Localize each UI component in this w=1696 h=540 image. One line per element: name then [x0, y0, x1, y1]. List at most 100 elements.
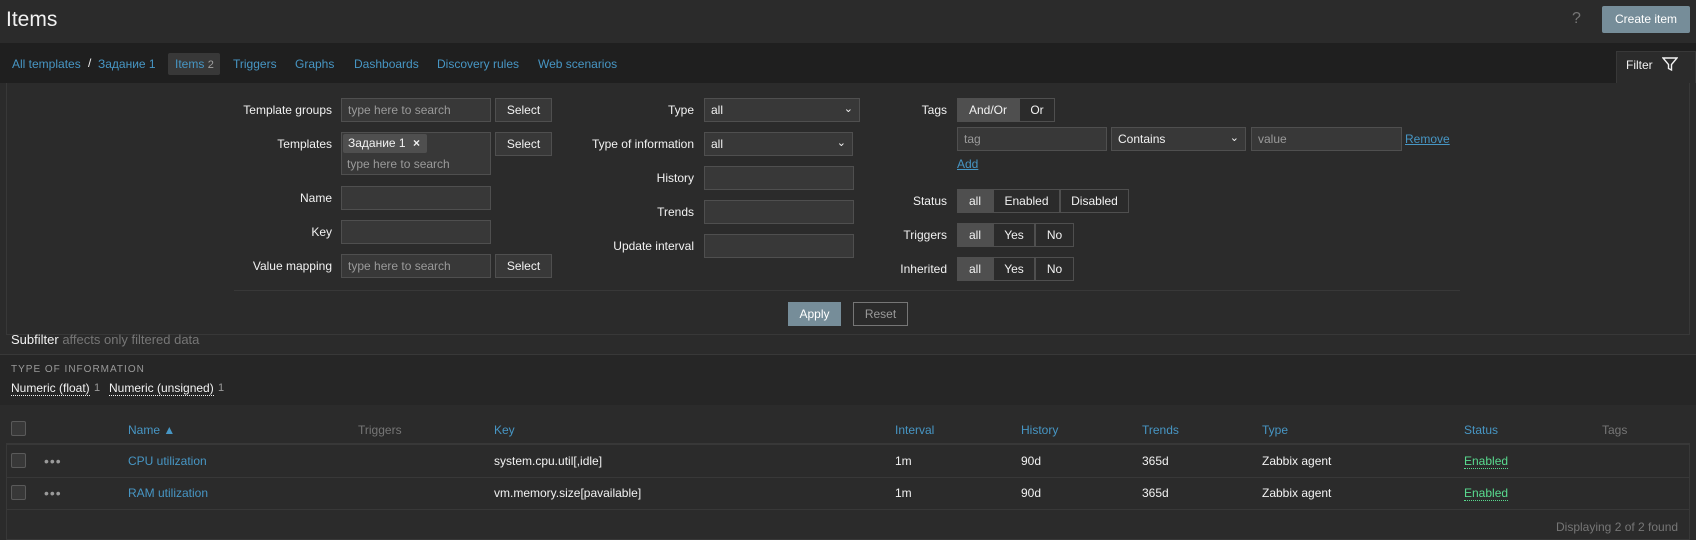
- column-header-name[interactable]: Name ▲: [128, 423, 175, 437]
- trends-input[interactable]: [704, 200, 854, 224]
- tab-triggers[interactable]: Triggers: [233, 57, 277, 71]
- column-header-tags: Tags: [1602, 423, 1628, 437]
- item-name-link[interactable]: RAM utilization: [128, 486, 208, 500]
- type-label: Type: [667, 103, 694, 117]
- item-trends: 365d: [1142, 486, 1169, 500]
- triggers-all-option[interactable]: all: [957, 223, 993, 247]
- template-groups-select-button[interactable]: Select: [495, 98, 552, 122]
- select-all-checkbox[interactable]: [11, 421, 26, 436]
- status-enabled-option[interactable]: Enabled: [993, 189, 1060, 213]
- subfilter-box: [0, 355, 1696, 405]
- subfilter-item-numeric-float[interactable]: Numeric (float): [11, 381, 90, 396]
- tags-label: Tags: [921, 103, 947, 117]
- type-select[interactable]: all ⌄: [704, 98, 860, 122]
- subfilter-title: Subfilter affects only filtered data: [11, 332, 199, 347]
- breadcrumb-template[interactable]: Задание 1: [98, 57, 156, 71]
- key-input[interactable]: [341, 220, 491, 244]
- item-status-toggle[interactable]: Enabled: [1464, 454, 1509, 469]
- column-header-type[interactable]: Type: [1262, 423, 1288, 437]
- item-name-link[interactable]: CPU utilization: [128, 454, 207, 468]
- inherited-all-option[interactable]: all: [957, 257, 993, 281]
- templates-select-button[interactable]: Select: [495, 132, 552, 156]
- tag-name-input[interactable]: tag: [957, 127, 1107, 151]
- history-label: History: [656, 171, 694, 185]
- tags-or-option[interactable]: Or: [1019, 98, 1055, 122]
- column-header-trends[interactable]: Trends: [1142, 423, 1179, 437]
- type-of-information-label: Type of information: [591, 137, 694, 151]
- item-interval: 1m: [895, 486, 912, 500]
- triggers-no-option[interactable]: No: [1035, 223, 1074, 247]
- create-item-button[interactable]: Create item: [1602, 6, 1690, 33]
- subfilter-item-numeric-unsigned[interactable]: Numeric (unsigned): [109, 381, 214, 396]
- value-mapping-input[interactable]: type here to search: [341, 254, 491, 278]
- template-chip-label: Задание 1: [348, 136, 406, 150]
- page-title: Items: [6, 8, 58, 31]
- row-divider: [6, 477, 1690, 478]
- type-of-information-select[interactable]: all ⌄: [704, 132, 853, 156]
- subfilter-count: 1: [218, 382, 225, 394]
- chevron-down-icon: ⌄: [1229, 132, 1239, 144]
- status-label: Status: [912, 194, 947, 208]
- tag-operator-select[interactable]: Contains ⌄: [1111, 127, 1246, 151]
- breadcrumb-all-templates[interactable]: All templates: [12, 57, 81, 71]
- column-header-interval[interactable]: Interval: [895, 423, 934, 437]
- tab-items[interactable]: Items 2: [175, 57, 214, 71]
- tab-dashboards[interactable]: Dashboards: [354, 57, 419, 71]
- tag-operator-value: Contains: [1118, 132, 1166, 146]
- chip-remove-icon[interactable]: ×: [413, 136, 420, 150]
- item-key: vm.memory.size[pavailable]: [494, 486, 642, 500]
- history-input[interactable]: [704, 166, 854, 190]
- subfilter-section-label: TYPE OF INFORMATION: [11, 364, 145, 375]
- tab-items-count: 2: [207, 59, 214, 71]
- breadcrumb-separator: /: [88, 56, 92, 70]
- column-header-history[interactable]: History: [1021, 423, 1058, 437]
- tag-add-link[interactable]: Add: [957, 157, 978, 171]
- item-key: system.cpu.util[,idle]: [494, 454, 603, 468]
- tab-discovery-rules[interactable]: Discovery rules: [437, 57, 519, 71]
- item-history: 90d: [1021, 454, 1042, 468]
- tags-andor-option[interactable]: And/Or: [957, 98, 1019, 122]
- update-interval-input[interactable]: [704, 234, 854, 258]
- template-chip: Задание 1 ×: [343, 134, 427, 153]
- value-mapping-label: Value mapping: [252, 259, 332, 273]
- status-disabled-option[interactable]: Disabled: [1060, 189, 1129, 213]
- tag-value-input[interactable]: value: [1251, 127, 1402, 151]
- filter-tab-label: Filter: [1626, 58, 1653, 72]
- funnel-icon[interactable]: [1662, 56, 1678, 72]
- item-trends: 365d: [1142, 454, 1169, 468]
- templates-label: Templates: [277, 137, 332, 151]
- tag-remove-link[interactable]: Remove: [1405, 132, 1450, 146]
- template-groups-label: Template groups: [243, 103, 332, 117]
- tab-graphs[interactable]: Graphs: [295, 57, 334, 71]
- table-footer-count: Displaying 2 of 2 found: [1556, 520, 1679, 534]
- table-header: [6, 413, 1690, 445]
- item-status-toggle[interactable]: Enabled: [1464, 486, 1509, 501]
- templates-search-placeholder[interactable]: type here to search: [347, 157, 450, 171]
- row-menu-icon[interactable]: •••: [44, 485, 62, 501]
- value-mapping-select-button[interactable]: Select: [495, 254, 552, 278]
- item-interval: 1m: [895, 454, 912, 468]
- column-header-status[interactable]: Status: [1464, 423, 1498, 437]
- reset-button[interactable]: Reset: [853, 302, 908, 326]
- update-interval-label: Update interval: [613, 239, 694, 253]
- help-icon[interactable]: ?: [1572, 10, 1581, 28]
- template-groups-input[interactable]: type here to search: [341, 98, 491, 122]
- chevron-down-icon: ⌄: [836, 137, 846, 149]
- triggers-yes-option[interactable]: Yes: [993, 223, 1035, 247]
- row-checkbox[interactable]: [11, 485, 26, 500]
- subfilter-heading: Subfilter: [11, 332, 59, 347]
- apply-button[interactable]: Apply: [788, 302, 841, 326]
- row-menu-icon[interactable]: •••: [44, 453, 62, 469]
- name-input[interactable]: [341, 186, 491, 210]
- subfilter-count: 1: [94, 382, 101, 394]
- item-type: Zabbix agent: [1262, 454, 1332, 468]
- triggers-label: Triggers: [903, 228, 947, 242]
- row-divider: [6, 509, 1690, 510]
- column-header-key[interactable]: Key: [494, 423, 515, 437]
- inherited-no-option[interactable]: No: [1035, 257, 1074, 281]
- row-checkbox[interactable]: [11, 453, 26, 468]
- inherited-yes-option[interactable]: Yes: [993, 257, 1035, 281]
- status-all-option[interactable]: all: [957, 189, 993, 213]
- name-label: Name: [299, 191, 332, 205]
- tab-web-scenarios[interactable]: Web scenarios: [538, 57, 617, 71]
